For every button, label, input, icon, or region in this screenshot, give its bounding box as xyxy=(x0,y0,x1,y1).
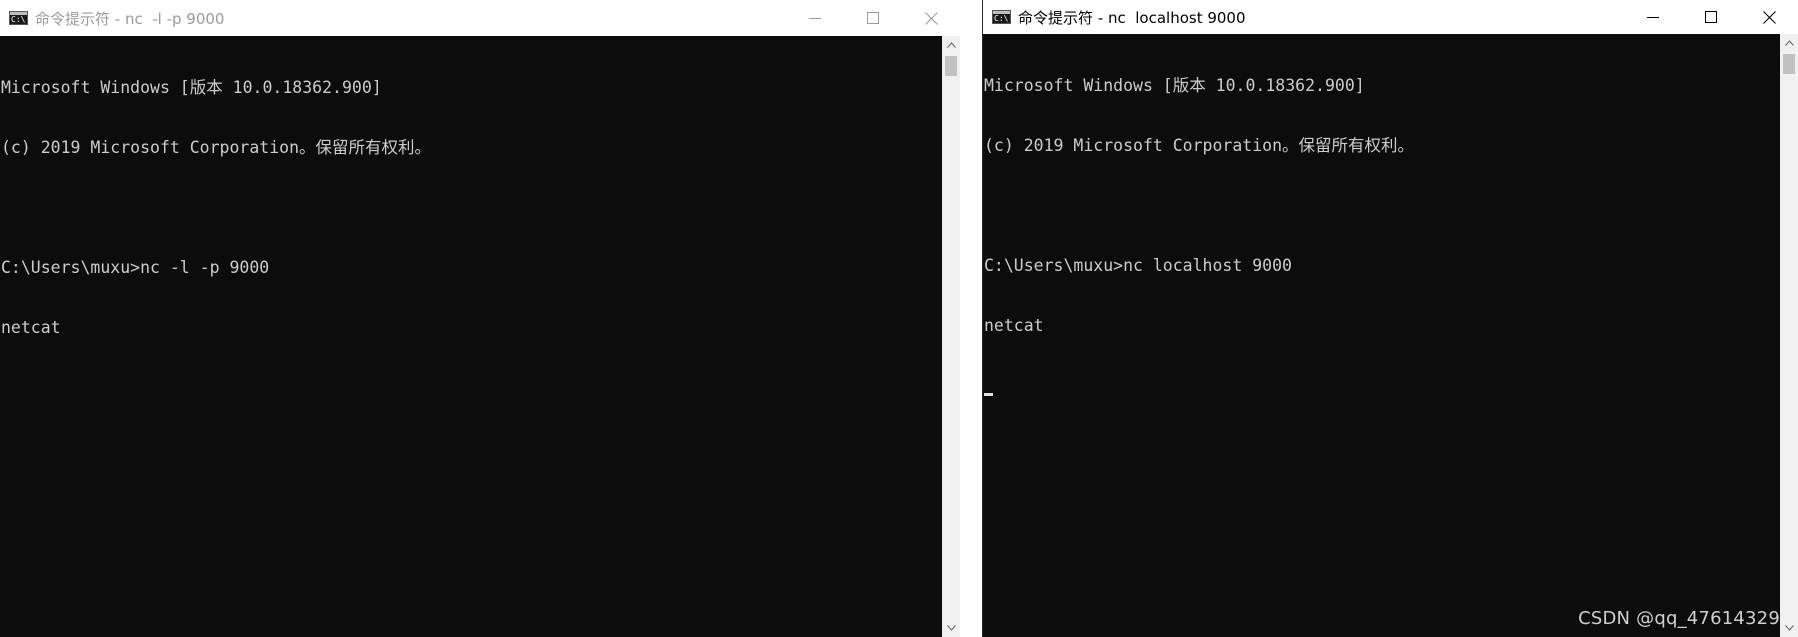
chevron-up-icon xyxy=(946,42,956,48)
console-output[interactable]: Microsoft Windows [版本 10.0.18362.900] (c… xyxy=(983,34,1780,637)
vertical-scrollbar[interactable] xyxy=(1780,34,1798,637)
cmd-window-client[interactable]: C:\ 命令提示符 - nc localhost 9000 Microsoft … xyxy=(982,0,1798,637)
desktop-gap xyxy=(960,0,982,637)
window-title: 命令提示符 - nc localhost 9000 xyxy=(1018,8,1246,27)
cmd-app-icon[interactable]: C:\ xyxy=(9,11,28,25)
minimize-button[interactable] xyxy=(1624,0,1682,34)
scroll-thumb[interactable] xyxy=(945,56,957,76)
maximize-button[interactable] xyxy=(844,0,902,36)
close-button[interactable] xyxy=(902,0,960,36)
console-line: Microsoft Windows [版本 10.0.18362.900] xyxy=(984,76,1365,95)
cmd-window-listener[interactable]: C:\ 命令提示符 - nc -l -p 9000 Microsoft Wind… xyxy=(0,0,960,637)
chevron-down-icon xyxy=(1784,625,1794,631)
chevron-down-icon xyxy=(946,625,956,631)
console-line: (c) 2019 Microsoft Corporation。保留所有权利。 xyxy=(984,136,1415,155)
title-bar[interactable]: C:\ 命令提示符 - nc localhost 9000 xyxy=(983,0,1798,34)
maximize-icon xyxy=(1705,11,1717,23)
icon-glyph: C:\ xyxy=(994,14,1009,23)
title-bar[interactable]: C:\ 命令提示符 - nc -l -p 9000 xyxy=(0,0,960,36)
console-line: netcat xyxy=(984,316,1044,335)
console-line: C:\Users\muxu>nc localhost 9000 xyxy=(984,256,1292,275)
text-cursor xyxy=(984,393,993,396)
watermark: CSDN @qq_47614329 xyxy=(1578,608,1780,629)
minimize-icon xyxy=(809,18,821,19)
close-icon xyxy=(924,11,938,25)
cmd-app-icon[interactable]: C:\ xyxy=(992,10,1011,24)
console-line: Microsoft Windows [版本 10.0.18362.900] xyxy=(1,78,382,97)
scroll-thumb[interactable] xyxy=(1783,54,1795,74)
icon-glyph: C:\ xyxy=(11,15,26,24)
scroll-up-button[interactable] xyxy=(1780,34,1798,52)
close-button[interactable] xyxy=(1740,0,1798,34)
scroll-down-button[interactable] xyxy=(1780,619,1798,637)
maximize-icon xyxy=(867,12,879,24)
console-cursor-line xyxy=(984,376,1780,396)
close-icon xyxy=(1762,10,1776,24)
console-line: C:\Users\muxu>nc -l -p 9000 xyxy=(1,258,270,277)
console-line: (c) 2019 Microsoft Corporation。保留所有权利。 xyxy=(1,138,432,157)
scroll-down-button[interactable] xyxy=(942,619,960,637)
console-output[interactable]: Microsoft Windows [版本 10.0.18362.900] (c… xyxy=(0,36,942,637)
chevron-up-icon xyxy=(1784,40,1794,46)
scroll-up-button[interactable] xyxy=(942,36,960,54)
maximize-button[interactable] xyxy=(1682,0,1740,34)
vertical-scrollbar[interactable] xyxy=(942,36,960,637)
minimize-icon xyxy=(1647,17,1659,18)
minimize-button[interactable] xyxy=(786,0,844,36)
console-line: netcat xyxy=(1,318,61,337)
window-title: 命令提示符 - nc -l -p 9000 xyxy=(35,9,225,28)
